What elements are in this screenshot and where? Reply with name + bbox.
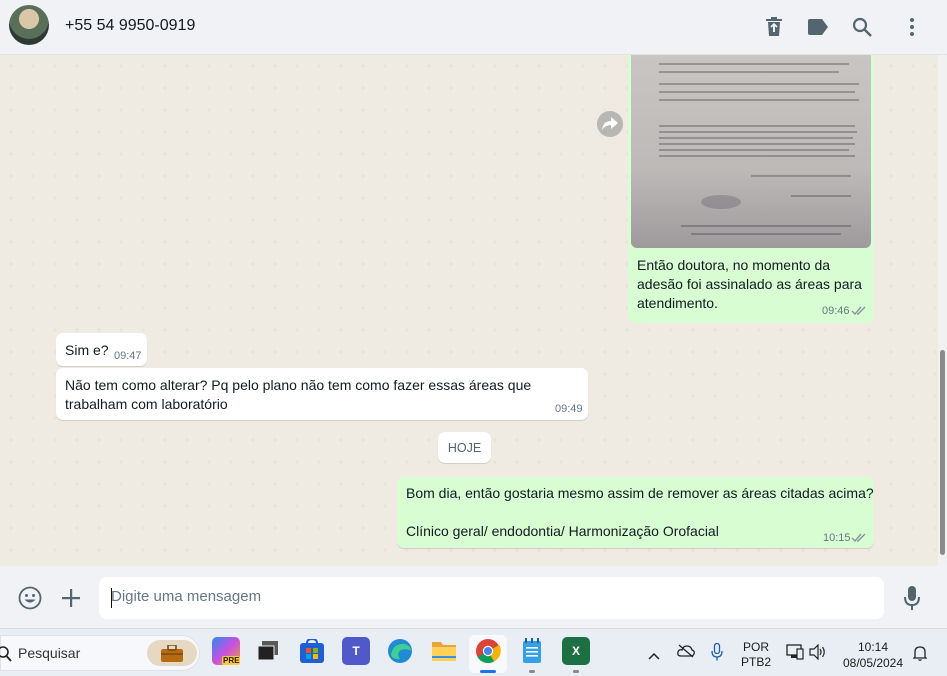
language-code: POR <box>742 640 769 654</box>
running-app-indicator <box>529 670 535 673</box>
clock[interactable]: 10:14 08/05/2024 <box>838 639 908 671</box>
message-time: 09:46 <box>822 305 850 317</box>
scrollbar-thumb[interactable] <box>940 350 945 555</box>
chat-scrollbar[interactable] <box>938 55 947 566</box>
message-text: Sim e? <box>65 342 109 358</box>
edge-icon[interactable] <box>386 637 414 665</box>
message-text-line: trabalham com laboratório <box>65 396 228 412</box>
task-view-icon[interactable] <box>254 637 282 665</box>
message-list[interactable]: Então doutora, no momento da adesão foi … <box>0 55 938 566</box>
notification-bell-icon[interactable] <box>912 645 928 666</box>
work-briefcase-icon[interactable] <box>147 640 197 666</box>
label-icon[interactable] <box>805 14 831 40</box>
read-ticks-icon <box>851 533 866 543</box>
menu-icon[interactable] <box>899 14 925 40</box>
delete-icon[interactable] <box>761 14 787 40</box>
text-caret <box>111 588 112 608</box>
onedrive-offline-icon[interactable] <box>677 644 695 663</box>
mic-icon[interactable] <box>903 585 921 616</box>
date-divider: HOJE <box>438 432 491 463</box>
teams-icon[interactable]: T <box>342 637 370 665</box>
notepad-icon[interactable] <box>518 637 546 665</box>
running-app-indicator <box>573 670 579 673</box>
image-message[interactable]: Então doutora, no momento da adesão foi … <box>628 55 874 323</box>
copilot-icon[interactable]: PRE <box>212 637 241 665</box>
chevron-up-icon[interactable] <box>648 647 660 665</box>
message-text-line: Bom dia, então gostaria mesmo assim de r… <box>406 485 874 501</box>
taskbar-search[interactable]: Pesquisar <box>0 635 200 671</box>
copilot-pre-badge: PRE <box>222 656 241 665</box>
message-input[interactable]: Digite uma mensagem <box>99 577 884 619</box>
clock-time: 10:14 <box>857 640 889 654</box>
incoming-message[interactable]: Sim e? 09:47 <box>56 333 147 366</box>
teams-letter: T <box>352 644 360 658</box>
read-ticks-icon <box>851 306 866 316</box>
forward-icon[interactable] <box>597 111 623 137</box>
document-photo[interactable] <box>631 55 871 248</box>
contact-name[interactable]: +55 54 9950-0919 <box>65 17 195 35</box>
volume-icon[interactable] <box>809 643 827 665</box>
composer-bar: Digite uma mensagem <box>0 566 947 628</box>
microphone-in-use-icon[interactable] <box>711 642 723 666</box>
search-icon[interactable] <box>849 14 875 40</box>
language-indicator[interactable]: POR PTB2 <box>738 640 774 670</box>
outgoing-message[interactable]: Bom dia, então gostaria mesmo assim de r… <box>397 477 874 548</box>
clock-date: 08/05/2024 <box>842 656 904 670</box>
message-time: 10:15 <box>823 532 851 544</box>
emoji-icon[interactable] <box>18 586 42 615</box>
chat-header: +55 54 9950-0919 <box>0 0 947 55</box>
message-time: 09:49 <box>555 403 583 415</box>
excel-icon[interactable]: X <box>562 637 590 665</box>
message-text-line: Então doutora, no momento da <box>637 257 831 273</box>
message-text-line: Não tem como alterar? Pq pelo plano não … <box>65 377 532 393</box>
microsoft-store-icon[interactable] <box>298 637 326 665</box>
active-app-indicator <box>480 670 496 673</box>
message-text-line: Clínico geral/ endodontia/ Harmonização … <box>406 523 719 539</box>
contact-avatar[interactable] <box>9 5 49 45</box>
keyboard-layout: PTB2 <box>740 655 771 669</box>
file-explorer-icon[interactable] <box>430 637 458 665</box>
taskbar-search-label: Pesquisar <box>18 645 81 661</box>
search-icon <box>0 646 12 662</box>
message-time: 09:47 <box>114 350 142 362</box>
chrome-icon[interactable] <box>474 637 502 665</box>
message-text-line: adesão foi assinalado as áreas para <box>637 276 862 292</box>
incoming-message[interactable]: Não tem como alterar? Pq pelo plano não … <box>56 368 588 420</box>
network-icon[interactable] <box>786 644 804 665</box>
windows-taskbar: Pesquisar PRE T X POR PTB2 10:14 08/05/2… <box>0 628 947 676</box>
plus-icon[interactable] <box>61 588 81 613</box>
excel-letter: X <box>571 644 580 658</box>
